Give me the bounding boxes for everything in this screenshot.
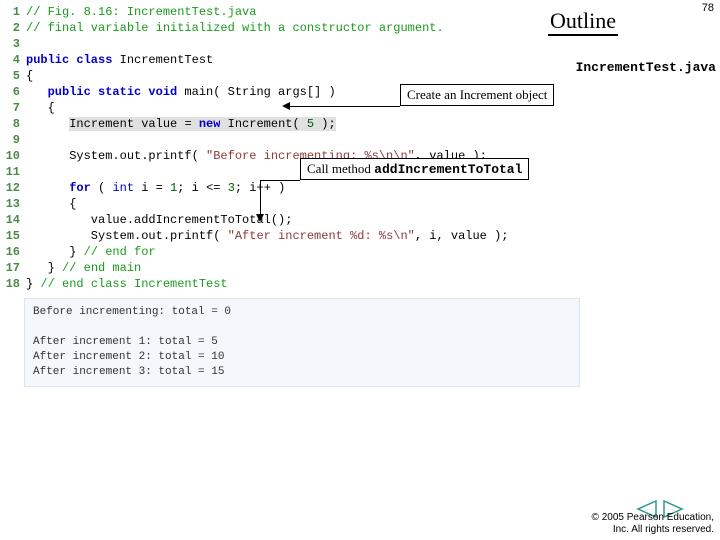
callout-arrow bbox=[290, 106, 400, 107]
code-line: 12 for ( int i = 1; i <= 3; i++ ) bbox=[0, 180, 720, 196]
code-content: public class IncrementTest bbox=[26, 52, 213, 68]
code-line: 13 { bbox=[0, 196, 720, 212]
line-number: 13 bbox=[0, 196, 26, 212]
code-line: 6 public static void main( String args[]… bbox=[0, 84, 720, 100]
line-number: 11 bbox=[0, 164, 26, 180]
code-line: 18} // end class IncrementTest bbox=[0, 276, 720, 292]
code-content: Increment value = new Increment( 5 ); bbox=[26, 116, 336, 132]
line-number: 4 bbox=[0, 52, 26, 68]
code-content: { bbox=[26, 68, 33, 84]
line-number: 7 bbox=[0, 100, 26, 116]
arrow-down-icon bbox=[256, 214, 264, 222]
page-number: 78 bbox=[702, 2, 714, 14]
code-content: } // end main bbox=[26, 260, 141, 276]
code-line: 15 System.out.printf( "After increment %… bbox=[0, 228, 720, 244]
code-listing: 1// Fig. 8.16: IncrementTest.java2// fin… bbox=[0, 0, 720, 292]
callout-method-name: addIncrementToTotal bbox=[374, 162, 522, 177]
code-content: public static void main( String args[] ) bbox=[26, 84, 336, 100]
line-number: 6 bbox=[0, 84, 26, 100]
line-number: 8 bbox=[0, 116, 26, 132]
line-number: 18 bbox=[0, 276, 26, 292]
footer-line: Inc. All rights reserved. bbox=[592, 524, 714, 536]
code-line: 7 { bbox=[0, 100, 720, 116]
line-number: 3 bbox=[0, 36, 26, 52]
code-content: System.out.printf( "After increment %d: … bbox=[26, 228, 509, 244]
line-number: 14 bbox=[0, 212, 26, 228]
arrow-left-icon bbox=[282, 102, 290, 110]
line-number: 1 bbox=[0, 4, 26, 20]
program-output: Before incrementing: total = 0 After inc… bbox=[24, 298, 580, 387]
callout-call-method: Call method addIncrementToTotal bbox=[300, 158, 529, 180]
line-number: 5 bbox=[0, 68, 26, 84]
code-content: { bbox=[26, 196, 76, 212]
copyright-footer: © 2005 Pearson Education, Inc. All right… bbox=[592, 512, 714, 536]
callout-text: Create an Increment object bbox=[407, 87, 547, 102]
code-content: { bbox=[26, 100, 55, 116]
code-line: 8 Increment value = new Increment( 5 ); bbox=[0, 116, 720, 132]
footer-line: © 2005 Pearson Education, bbox=[592, 512, 714, 524]
code-content: // Fig. 8.16: IncrementTest.java bbox=[26, 4, 256, 20]
callout-arrow bbox=[260, 180, 300, 181]
source-filename: IncrementTest.java bbox=[576, 60, 716, 75]
code-content: for ( int i = 1; i <= 3; i++ ) bbox=[26, 180, 285, 196]
code-line: 3 bbox=[0, 36, 720, 52]
code-content bbox=[26, 164, 33, 180]
code-content: } // end class IncrementTest bbox=[26, 276, 228, 292]
outline-heading: Outline bbox=[548, 8, 618, 36]
code-content bbox=[26, 132, 33, 148]
line-number: 15 bbox=[0, 228, 26, 244]
line-number: 10 bbox=[0, 148, 26, 164]
line-number: 2 bbox=[0, 20, 26, 36]
line-number: 17 bbox=[0, 260, 26, 276]
callout-text-prefix: Call method bbox=[307, 161, 374, 176]
code-content bbox=[26, 36, 33, 52]
code-line: 16 } // end for bbox=[0, 244, 720, 260]
code-content: } // end for bbox=[26, 244, 156, 260]
line-number: 12 bbox=[0, 180, 26, 196]
code-line: 14 value.addIncrementToTotal(); bbox=[0, 212, 720, 228]
code-line: 17 } // end main bbox=[0, 260, 720, 276]
code-content: value.addIncrementToTotal(); bbox=[26, 212, 292, 228]
line-number: 16 bbox=[0, 244, 26, 260]
line-number: 9 bbox=[0, 132, 26, 148]
code-line: 9 bbox=[0, 132, 720, 148]
code-content: // final variable initialized with a con… bbox=[26, 20, 444, 36]
callout-create-object: Create an Increment object bbox=[400, 84, 554, 106]
callout-arrow bbox=[260, 180, 261, 218]
